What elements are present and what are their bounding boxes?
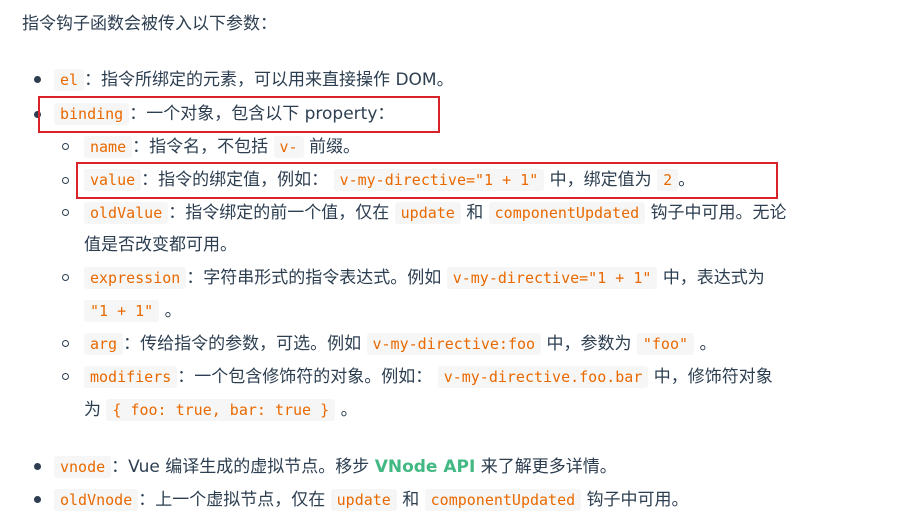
list-item-expression: expression ：字符串形式的指令表达式。例如 v-my-directive… xyxy=(84,264,765,292)
code-modifiers: modifiers xyxy=(84,366,178,388)
circle-name xyxy=(62,143,69,150)
code-oldvnode: oldVnode xyxy=(54,489,139,511)
code-update: update xyxy=(394,202,461,224)
circle-modifiers xyxy=(62,373,69,380)
list-item-modifiers-cont: 为 { foo: true, bar: true } 。 xyxy=(84,399,358,421)
code-el: el xyxy=(54,69,85,91)
highlight-box-binding xyxy=(38,96,440,133)
circle-arg xyxy=(62,340,69,347)
list-item-modifiers: modifiers ：一个包含修饰符的对象。例如： v-my-directive.… xyxy=(84,363,773,391)
document-body: 指令钩子函数会被传入以下参数： el ：指令所绑定的元素，可以用来直接操作 DOM… xyxy=(0,0,906,532)
list-item-el: el ：指令所绑定的元素，可以用来直接操作 DOM。 xyxy=(54,66,454,94)
code-oldvalue: oldValue xyxy=(84,202,169,224)
circle-expression xyxy=(62,274,69,281)
list-item-arg: arg ：传给指令的参数，可选。例如 v-my-directive:foo 中，参… xyxy=(84,330,716,358)
code-componentupdated-2: componentUpdated xyxy=(424,489,582,511)
list-item-vnode: vnode ：Vue 编译生成的虚拟节点。移步 VNode API 来了解更多详情… xyxy=(54,453,617,481)
circle-value xyxy=(62,177,69,184)
list-item-oldvalue: oldValue ：指令绑定的前一个值，仅在 update 和 component… xyxy=(84,199,787,227)
list-item-oldvnode: oldVnode ：上一个虚拟节点，仅在 update 和 componentUp… xyxy=(54,486,689,514)
list-item-expression-cont: "1 + 1" 。 xyxy=(84,297,182,325)
code-arg: arg xyxy=(84,333,124,355)
bullet-vnode xyxy=(34,463,41,470)
code-arg-result: "foo" xyxy=(636,333,695,355)
code-expression: expression xyxy=(84,267,187,289)
code-name: name xyxy=(84,136,133,158)
code-expression-example: v-my-directive="1 + 1" xyxy=(446,267,658,289)
circle-oldvalue xyxy=(62,209,69,216)
highlight-box-value xyxy=(76,162,778,199)
code-arg-example: v-my-directive:foo xyxy=(366,333,542,355)
code-componentupdated: componentUpdated xyxy=(488,202,646,224)
bullet-oldvnode xyxy=(34,496,41,503)
code-expression-result: "1 + 1" xyxy=(84,300,160,322)
list-item-oldvalue-cont: 值是否改变都可用。 xyxy=(84,235,237,255)
code-v-prefix: v- xyxy=(273,136,304,158)
vnode-api-link[interactable]: VNode API xyxy=(375,457,476,477)
intro-text: 指令钩子函数会被传入以下参数： xyxy=(22,14,277,34)
code-modifiers-result: { foo: true, bar: true } xyxy=(106,399,336,421)
list-item-name: name ：指令名，不包括 v- 前缀。 xyxy=(84,133,360,161)
bullet-el xyxy=(34,76,41,83)
code-modifiers-example: v-my-directive.foo.bar xyxy=(437,366,649,388)
code-update-2: update xyxy=(330,489,397,511)
code-vnode: vnode xyxy=(54,456,112,478)
